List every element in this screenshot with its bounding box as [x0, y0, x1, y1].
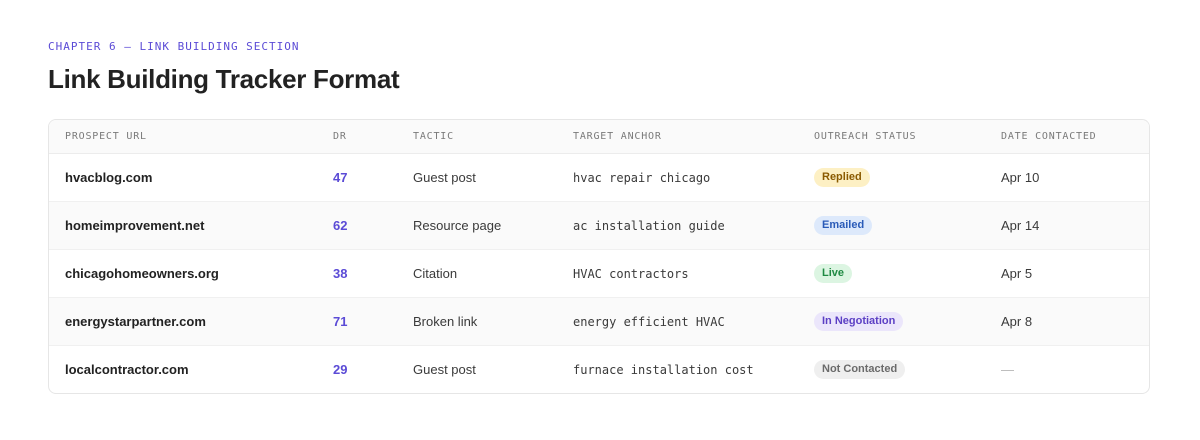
- status-badge: Replied: [814, 168, 870, 187]
- domain-rating: 47: [317, 153, 397, 202]
- table-header-row: PROSPECT URL DR TACTIC TARGET ANCHOR OUT…: [49, 120, 1149, 154]
- outreach-status-cell: Not Contacted: [798, 346, 985, 394]
- prospect-url: chicagohomeowners.org: [49, 249, 317, 298]
- status-badge: Live: [814, 264, 853, 283]
- date-contacted: Apr 8: [985, 297, 1149, 346]
- page-title: Link Building Tracker Format: [48, 64, 400, 94]
- table-row: localcontractor.com 29 Guest post furnac…: [49, 346, 1149, 394]
- header-tactic: TACTIC: [397, 120, 557, 154]
- status-badge: Not Contacted: [814, 360, 906, 379]
- tactic: Broken link: [397, 297, 557, 346]
- status-badge: In Negotiation: [814, 312, 904, 331]
- link-tracker-table: PROSPECT URL DR TACTIC TARGET ANCHOR OUT…: [49, 120, 1149, 393]
- outreach-status-cell: In Negotiation: [798, 297, 985, 346]
- prospect-url: homeimprovement.net: [49, 201, 317, 250]
- header-dr: DR: [317, 120, 397, 154]
- table-row: chicagohomeowners.org 38 Citation HVAC c…: [49, 249, 1149, 298]
- table-row: hvacblog.com 47 Guest post hvac repair c…: [49, 153, 1149, 202]
- domain-rating: 38: [317, 249, 397, 298]
- tactic: Guest post: [397, 153, 557, 202]
- table-row: homeimprovement.net 62 Resource page ac …: [49, 201, 1149, 250]
- prospect-url: hvacblog.com: [49, 153, 317, 202]
- header-prospect-url: PROSPECT URL: [49, 120, 317, 154]
- target-anchor: energy efficient HVAC: [557, 297, 798, 346]
- status-badge: Emailed: [814, 216, 873, 235]
- target-anchor: HVAC contractors: [557, 249, 798, 298]
- date-contacted: Apr 10: [985, 153, 1149, 202]
- target-anchor: ac installation guide: [557, 201, 798, 250]
- domain-rating: 62: [317, 201, 397, 250]
- domain-rating: 29: [333, 362, 348, 377]
- header-date-contacted: DATE CONTACTED: [985, 120, 1149, 154]
- domain-rating: 71: [317, 297, 397, 346]
- tactic: Resource page: [397, 201, 557, 250]
- outreach-status-cell: Replied: [798, 153, 985, 202]
- prospect-url: energystarpartner.com: [49, 297, 317, 346]
- outreach-status-cell: Live: [798, 249, 985, 298]
- target-anchor: hvac repair chicago: [557, 153, 798, 202]
- date-contacted: Apr 14: [985, 201, 1149, 250]
- tactic: Guest post: [413, 362, 476, 377]
- table-row: energystarpartner.com 71 Broken link ene…: [49, 297, 1149, 346]
- target-anchor: furnace installation cost: [573, 362, 754, 377]
- date-contacted: Apr 5: [985, 249, 1149, 298]
- outreach-status-cell: Emailed: [798, 201, 985, 250]
- prospect-url: localcontractor.com: [65, 362, 189, 377]
- tactic: Citation: [397, 249, 557, 298]
- chapter-eyebrow: CHAPTER 6 — LINK BUILDING SECTION: [48, 40, 300, 53]
- header-target-anchor: TARGET ANCHOR: [557, 120, 798, 154]
- date-contacted: —: [1001, 362, 1014, 377]
- page: CHAPTER 6 — LINK BUILDING SECTION Link B…: [0, 0, 1200, 394]
- header-outreach-status: OUTREACH STATUS: [798, 120, 985, 154]
- tracker-table-card: PROSPECT URL DR TACTIC TARGET ANCHOR OUT…: [48, 119, 1150, 394]
